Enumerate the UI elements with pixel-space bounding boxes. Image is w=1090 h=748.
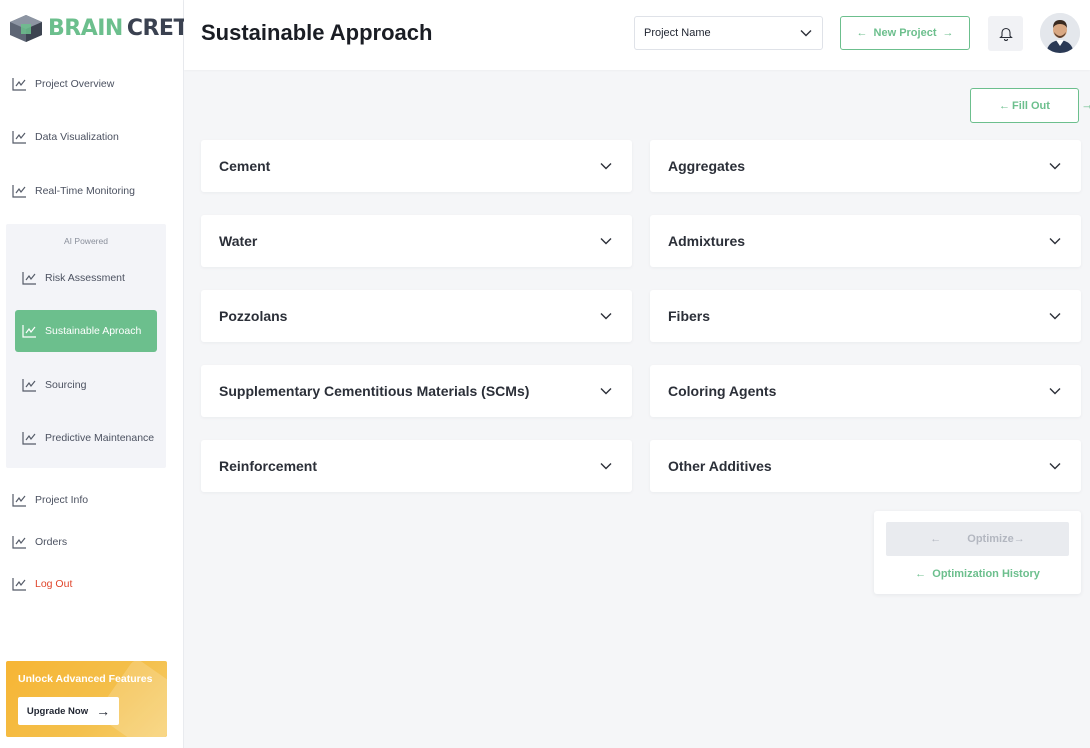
sidebar-item-label: Sourcing	[45, 379, 87, 391]
accordion-reinforcement[interactable]: Reinforcement	[201, 440, 632, 492]
sidebar-item-label: Real-Time Monitoring	[35, 185, 135, 197]
user-avatar-image	[1040, 13, 1080, 53]
optimize-button[interactable]: ← Optimize→	[886, 522, 1069, 556]
project-select-value: Project Name	[644, 27, 711, 39]
accordion-admixtures[interactable]: Admixtures	[650, 215, 1081, 267]
chart-icon	[22, 272, 36, 285]
ai-powered-section: AI Powered Risk Assessment Sustainable A…	[6, 224, 166, 468]
upgrade-promo: Unlock Advanced Features Upgrade Now →	[6, 661, 167, 737]
sidebar-item-label: Orders	[35, 536, 68, 548]
arrow-left-icon: ←	[999, 99, 1011, 112]
chart-icon	[22, 432, 36, 445]
sidebar-item-data-visualization[interactable]: Data Visualization	[12, 124, 119, 150]
sidebar-item-project-info[interactable]: Project Info	[12, 487, 88, 513]
fill-out-button[interactable]: ← Fill Out	[970, 88, 1079, 123]
accordion-title: Reinforcement	[219, 458, 318, 474]
brand-logo[interactable]: BRAIN CRETE	[8, 12, 203, 44]
chevron-down-icon	[600, 388, 612, 395]
arrow-right-icon: →	[942, 27, 954, 39]
optimization-history-link[interactable]: ← Optimization History	[874, 568, 1081, 580]
promo-title: Unlock Advanced Features	[18, 673, 153, 685]
accordion-aggregates[interactable]: Aggregates	[650, 140, 1081, 192]
chart-icon	[12, 494, 26, 507]
chevron-down-icon	[800, 30, 812, 37]
sidebar-item-sustainable-approach[interactable]: Sustainable Aproach	[15, 310, 157, 352]
accordion-pozzolans[interactable]: Pozzolans	[201, 290, 632, 342]
chevron-down-icon	[1049, 163, 1061, 170]
arrow-right-icon: →	[1081, 97, 1090, 112]
chart-icon	[12, 131, 26, 144]
chart-icon	[12, 185, 26, 198]
accordion-other-additives[interactable]: Other Additives	[650, 440, 1081, 492]
chart-icon	[12, 536, 26, 549]
chevron-down-icon	[600, 163, 612, 170]
sidebar-item-project-overview[interactable]: Project Overview	[12, 71, 114, 97]
arrow-left-icon: ←	[930, 533, 942, 545]
cube-logo-icon	[10, 15, 42, 42]
sidebar-item-label: Log Out	[35, 578, 73, 590]
sidebar-item-sourcing[interactable]: Sourcing	[15, 364, 157, 406]
chart-icon	[22, 325, 36, 338]
chart-icon	[12, 78, 26, 91]
new-project-label: New Project	[873, 27, 937, 39]
sidebar-item-real-time-monitoring[interactable]: Real-Time Monitoring	[12, 178, 135, 204]
upgrade-now-button[interactable]: Upgrade Now →	[18, 697, 119, 725]
chevron-down-icon	[1049, 463, 1061, 470]
accordion-title: Pozzolans	[219, 308, 288, 324]
sidebar-item-orders[interactable]: Orders	[12, 529, 67, 555]
top-header: Sustainable Approach Project Name ← New …	[184, 0, 1090, 70]
ai-powered-label: AI Powered	[64, 236, 108, 246]
accordion-scms[interactable]: Supplementary Cementitious Materials (SC…	[201, 365, 632, 417]
sidebar-item-label: Sustainable Aproach	[45, 325, 142, 337]
accordion-title: Fibers	[668, 308, 711, 324]
arrow-right-icon: →	[96, 703, 111, 719]
chevron-down-icon	[1049, 238, 1061, 245]
accordion-fibers[interactable]: Fibers	[650, 290, 1081, 342]
chart-icon	[12, 578, 26, 591]
accordion-water[interactable]: Water	[201, 215, 632, 267]
accordion-cement[interactable]: Cement	[201, 140, 632, 192]
new-project-button[interactable]: ← New Project →	[840, 16, 970, 50]
chart-icon	[22, 379, 36, 392]
accordion-title: Cement	[219, 158, 271, 174]
accordion-title: Aggregates	[668, 158, 746, 174]
optimization-history-label: Optimization History	[932, 568, 1040, 580]
accordion-title: Admixtures	[668, 233, 746, 249]
sidebar-item-log-out[interactable]: Log Out	[12, 571, 72, 597]
upgrade-now-label: Upgrade Now	[26, 705, 89, 717]
notifications-button[interactable]	[988, 16, 1023, 51]
sidebar-item-label: Risk Assessment	[45, 272, 125, 284]
sidebar: BRAIN CRETE Project Overview Data Visual…	[0, 0, 203, 748]
user-avatar[interactable]	[1040, 13, 1080, 53]
chevron-down-icon	[600, 238, 612, 245]
optimize-label: Optimize→	[967, 533, 1025, 545]
chevron-down-icon	[1049, 388, 1061, 395]
brand-name-part1: BRAIN	[48, 15, 123, 41]
bell-icon	[998, 27, 1013, 41]
sidebar-item-predictive-maintenance[interactable]: Predictive Maintenance	[15, 417, 157, 459]
arrow-left-icon: ←	[915, 568, 927, 580]
sidebar-item-label: Project Info	[35, 494, 89, 506]
project-select[interactable]: Project Name	[634, 16, 823, 50]
sidebar-item-label: Project Overview	[35, 78, 115, 90]
accordion-coloring-agents[interactable]: Coloring Agents	[650, 365, 1081, 417]
accordion-title: Other Additives	[668, 458, 772, 474]
chevron-down-icon	[600, 313, 612, 320]
optimize-panel: ← Optimize→ ← Optimization History	[874, 511, 1081, 594]
arrow-left-icon: ←	[856, 27, 868, 39]
accordion-title: Supplementary Cementitious Materials (SC…	[219, 383, 530, 399]
accordion-title: Coloring Agents	[668, 383, 777, 399]
page-title: Sustainable Approach	[201, 20, 433, 45]
chevron-down-icon	[600, 463, 612, 470]
sidebar-item-risk-assessment[interactable]: Risk Assessment	[15, 257, 157, 299]
sidebar-item-label: Predictive Maintenance	[45, 432, 155, 444]
fill-out-label: Fill Out	[1012, 99, 1050, 112]
sidebar-item-label: Data Visualization	[35, 131, 119, 143]
chevron-down-icon	[1049, 313, 1061, 320]
accordion-title: Water	[219, 233, 258, 249]
